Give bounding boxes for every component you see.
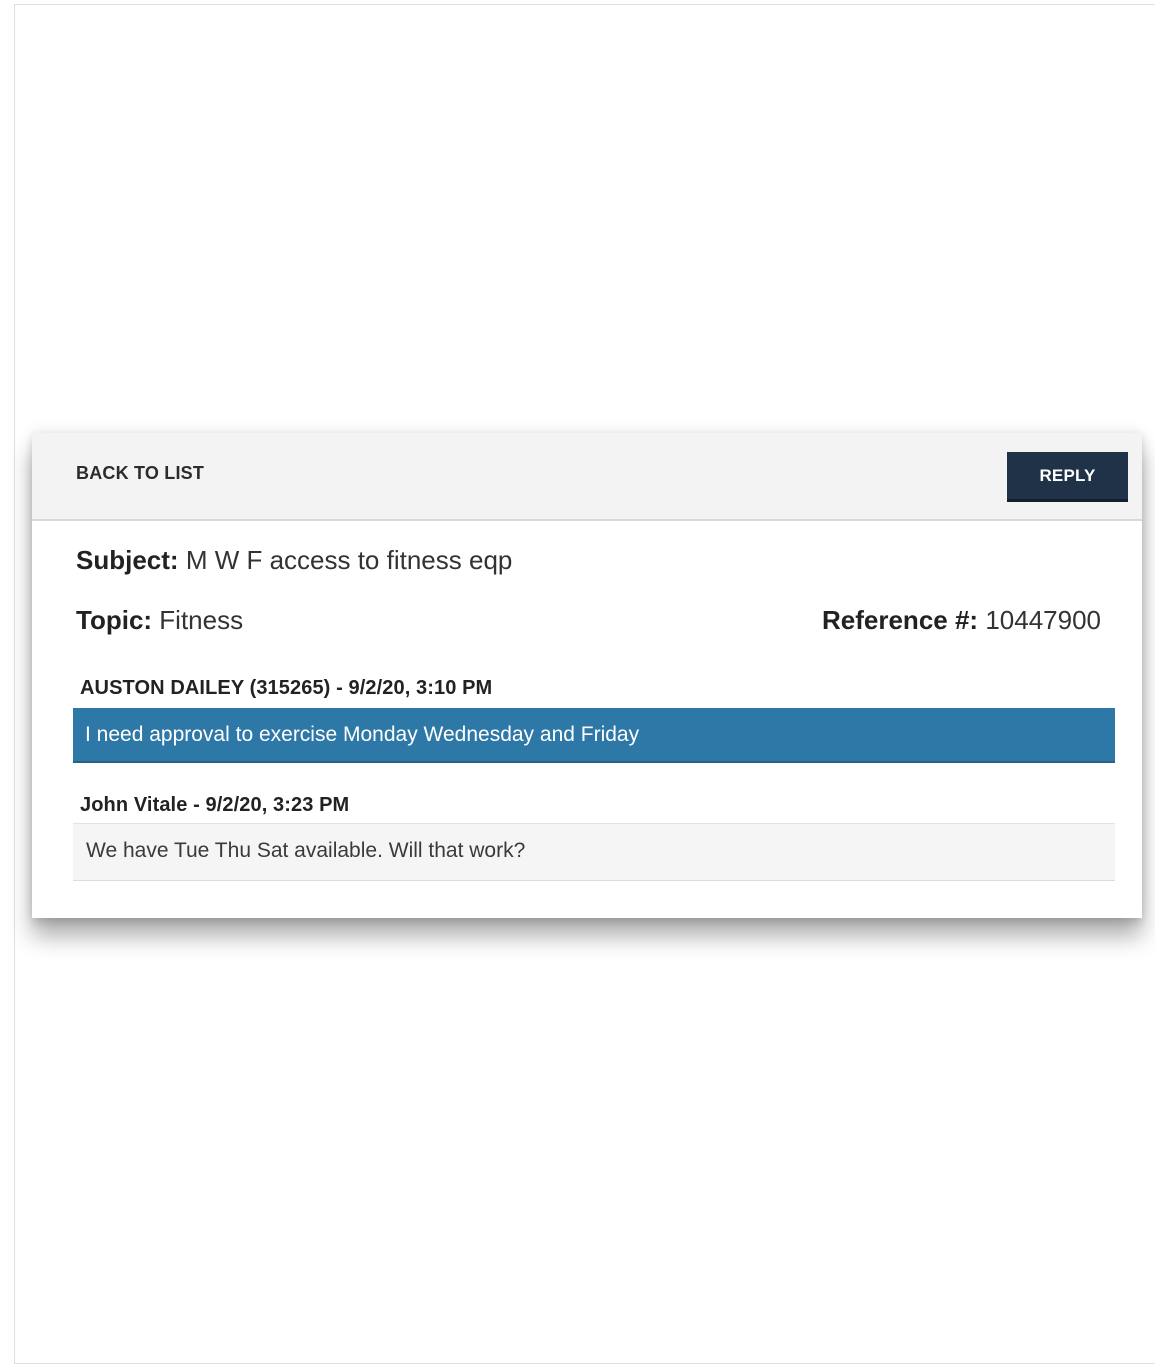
message-author: AUSTON DAILEY (315265) - 9/2/20, 3:10 PM (80, 677, 493, 699)
message-bubble-plain: We have Tue Thu Sat available. Will that… (73, 823, 1115, 881)
reference-line: Reference #: 10447900 (822, 605, 1101, 636)
reply-button[interactable]: REPLY (1007, 452, 1128, 502)
subject-line: Subject: M W F access to fitness eqp (76, 545, 512, 576)
reference-value: 10447900 (985, 605, 1101, 635)
back-to-list-link[interactable]: BACK TO LIST (76, 463, 204, 484)
topic-value: Fitness (159, 605, 244, 635)
message-detail-card: BACK TO LIST REPLY Subject: M W F access… (32, 433, 1142, 918)
message-toolbar: BACK TO LIST REPLY (32, 433, 1142, 521)
subject-label: Subject: (76, 545, 179, 575)
topic-line: Topic: Fitness (76, 605, 243, 636)
subject-value: M W F access to fitness eqp (185, 545, 513, 575)
reference-label: Reference #: (822, 605, 979, 635)
message-bubble-highlighted: I need approval to exercise Monday Wedne… (73, 708, 1115, 763)
topic-label: Topic: (76, 605, 153, 635)
message-author: John Vitale - 9/2/20, 3:23 PM (80, 794, 350, 816)
